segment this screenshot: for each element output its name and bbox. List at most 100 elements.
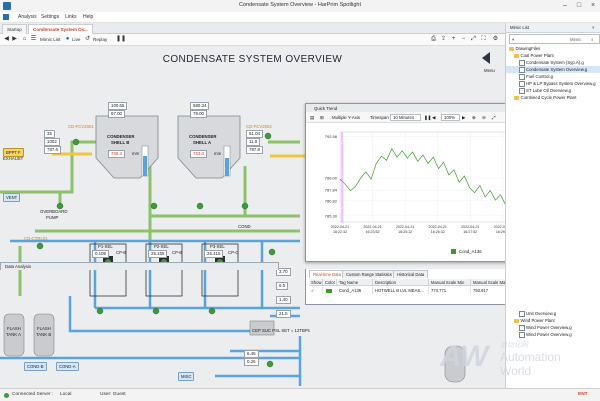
y-tick-label: 785.39 bbox=[325, 213, 338, 218]
zoom-select[interactable]: 100% bbox=[441, 113, 460, 121]
tab-historical-data[interactable]: Historical Data bbox=[393, 270, 429, 278]
fit-icon[interactable]: ⤢ bbox=[492, 115, 495, 120]
column-header: Manual Scale Min bbox=[429, 279, 471, 286]
tag-label[interactable]: CD-FCV2001 bbox=[68, 124, 94, 129]
tree-item-file[interactable]: Condensate System (Syp.A).g bbox=[506, 59, 600, 67]
condenser-b-label: CONDENSER bbox=[107, 134, 135, 139]
zoom-in-icon[interactable]: ⊕ bbox=[472, 115, 476, 121]
panel-close-icon[interactable]: × bbox=[592, 25, 595, 30]
tree-item-label: Wind Power Overview.g bbox=[526, 332, 572, 337]
pause-icon[interactable]: ❚❚ bbox=[424, 115, 431, 121]
value-readout: 11.0 bbox=[246, 138, 261, 146]
fullscreen-icon[interactable]: ⛶ bbox=[480, 36, 487, 43]
tag-label[interactable]: CD-FCV2002 bbox=[246, 124, 272, 129]
cond-a-tag[interactable]: COND-A bbox=[56, 362, 79, 371]
folder-icon bbox=[509, 47, 514, 51]
mimic-search-placeholder: Mimic bbox=[570, 36, 582, 42]
connected-label: Connected Server : bbox=[12, 392, 54, 397]
cond-b-tag[interactable]: COND-B bbox=[24, 362, 47, 371]
mimic-list-title: Mimic List bbox=[510, 25, 530, 30]
multiple-axis-toggle[interactable]: Multiple Y-Axis bbox=[332, 115, 360, 120]
column-header: Show bbox=[309, 279, 323, 286]
tree-item-file[interactable]: Wind Power Overview.g bbox=[506, 331, 600, 339]
tree-folder[interactable]: DrawingFiles bbox=[506, 45, 600, 52]
folder-icon bbox=[514, 96, 519, 100]
tree-item-label: Coal Power Plant bbox=[520, 53, 554, 58]
next-icon[interactable]: ▶ bbox=[462, 115, 465, 121]
row-show-checkbox[interactable]: ✓ bbox=[309, 287, 323, 294]
list-icon[interactable]: ☰ bbox=[30, 36, 37, 43]
mimic-search-input[interactable]: ▾ Mimic ⌕ bbox=[509, 34, 600, 44]
zoom-out-icon[interactable]: − bbox=[460, 36, 467, 43]
condenser-a-sub: SHELL A bbox=[193, 140, 212, 145]
menu-help[interactable]: Help bbox=[80, 13, 96, 21]
pump-1-value: 0.109 bbox=[92, 250, 109, 258]
tree-item-label: ST Lube Oil Overview.g bbox=[526, 88, 572, 93]
chart-icon[interactable]: ▤ bbox=[310, 115, 314, 121]
condenser-a-label: CONDENSER bbox=[189, 134, 217, 139]
condenser-b bbox=[95, 115, 159, 179]
tag-label[interactable]: CD-CTRL01 bbox=[24, 236, 48, 241]
forward-icon[interactable]: ▶ bbox=[11, 36, 18, 43]
search-icon[interactable]: ⌕ bbox=[591, 37, 593, 42]
timespan-select[interactable]: 10 Minutes bbox=[390, 113, 422, 121]
maximize-icon[interactable]: □ bbox=[572, 1, 586, 11]
menu-analysis[interactable]: Analysis bbox=[15, 13, 40, 21]
value-readout: 21.5 bbox=[276, 310, 291, 318]
replay-button[interactable]: Replay bbox=[91, 36, 109, 43]
tree-item-file[interactable]: HP & LP Bypass System Overview.g bbox=[506, 80, 600, 88]
column-header: Color bbox=[323, 279, 337, 286]
fit-icon[interactable]: ⤢ bbox=[470, 36, 477, 43]
server-value: Local bbox=[60, 392, 72, 397]
settings-icon[interactable]: ⚙ bbox=[492, 36, 499, 43]
tree-item-label: Wind Power Plant bbox=[520, 318, 555, 323]
tab-real-time-data[interactable]: Real-time Data bbox=[309, 270, 345, 278]
user-label: User: Guest bbox=[100, 392, 126, 397]
setpoint-label: CEP SUC PSL SET = 12TBPs bbox=[252, 328, 310, 333]
menu-label[interactable]: Menu bbox=[484, 68, 495, 73]
tab-condensate-overview[interactable]: Condensate System Ov... bbox=[28, 24, 93, 34]
tab-custom-range[interactable]: Custom Range Statistics bbox=[342, 270, 396, 278]
tree-item-file[interactable]: ST Lube Oil Overview.g bbox=[506, 87, 600, 95]
x-tick-label: 16:23:52 bbox=[366, 230, 380, 234]
print-icon[interactable]: ⎙ bbox=[430, 36, 437, 43]
live-button[interactable]: Live bbox=[70, 36, 82, 43]
tree-folder[interactable]: Wind Power Plant bbox=[506, 317, 600, 324]
tree-item-label: Unit Overview.g bbox=[526, 311, 557, 316]
back-icon[interactable]: ◀ bbox=[3, 36, 10, 43]
menu-links[interactable]: Links bbox=[62, 13, 80, 21]
status-bar: Connected Server : Local User: Guest ENT bbox=[0, 388, 600, 401]
vent-tag[interactable]: VENT bbox=[3, 193, 21, 202]
misc-tag[interactable]: MISC bbox=[178, 372, 195, 381]
tree-folder[interactable]: Coal Power Plant bbox=[506, 52, 600, 59]
tree-item-label: DrawingFiles bbox=[515, 46, 541, 51]
diagram-title: CONDENSATE SYSTEM OVERVIEW bbox=[162, 54, 343, 65]
tree-item-file[interactable]: Condensate System Overview.g bbox=[506, 66, 600, 74]
zoom-in-icon[interactable]: + bbox=[450, 36, 457, 43]
close-icon[interactable]: × bbox=[586, 1, 600, 11]
tree-item-file[interactable]: Fuel Control.g bbox=[506, 73, 600, 81]
export-icon[interactable]: ⇪ bbox=[440, 36, 447, 43]
pump-2-sub: CP-B bbox=[172, 250, 183, 255]
minimize-icon[interactable]: – bbox=[558, 1, 572, 11]
pump-2-name: P2-SEL bbox=[154, 244, 169, 249]
flash-tank-a-sub: TANK A bbox=[6, 332, 21, 337]
row-color-swatch[interactable] bbox=[326, 288, 332, 293]
prev-icon[interactable]: ◀ bbox=[432, 115, 435, 121]
mimic-list-button[interactable]: Mimic List bbox=[38, 36, 62, 43]
tree-folder[interactable]: Combined Cycle Power Plant bbox=[506, 94, 600, 101]
menu-settings[interactable]: Settings bbox=[38, 13, 62, 21]
zoom-out-icon[interactable]: ⊖ bbox=[482, 115, 486, 121]
axis-icon[interactable]: ⊞ bbox=[320, 115, 324, 121]
tree-item-file[interactable]: Wind Power Overview.g bbox=[506, 324, 600, 332]
legend-label: Cond_A136 bbox=[459, 248, 482, 254]
app-menu-icon[interactable] bbox=[3, 14, 9, 20]
pause-icon[interactable]: ❚❚ bbox=[116, 36, 126, 43]
pump-2-value: 25.155 bbox=[148, 250, 168, 258]
tree-item-label: HP & LP Bypass System Overview.g bbox=[526, 81, 596, 86]
home-icon[interactable]: ⌂ bbox=[21, 36, 28, 43]
connection-status-icon bbox=[4, 392, 9, 398]
column-header: Tag Name bbox=[337, 279, 373, 286]
tab-startup[interactable]: Startup bbox=[2, 24, 27, 34]
tree-item-file[interactable]: Unit Overview.g bbox=[506, 310, 600, 318]
